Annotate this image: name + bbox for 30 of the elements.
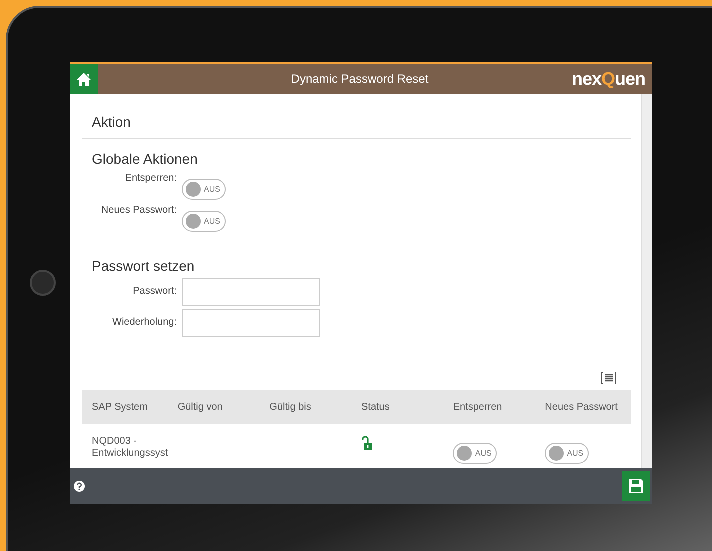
home-button-icon: [30, 270, 56, 296]
table-cell-text: NQD003 - Entwicklungssyst: [91, 436, 168, 460]
section-title: Aktion: [91, 113, 132, 132]
home-button[interactable]: [70, 64, 98, 94]
column-header: Neues Passwort: [544, 402, 619, 412]
field-label: Passwort:: [132, 286, 177, 297]
toggle-switch[interactable]: AUS: [182, 179, 226, 200]
toggle-label: Entsperren:: [124, 173, 177, 184]
table-settings-icon[interactable]: [601, 372, 617, 385]
toggle-switch[interactable]: AUS: [545, 443, 590, 464]
toggle-label: Neues Passwort:: [100, 205, 177, 216]
save-icon: [628, 478, 644, 494]
column-header: SAP System: [91, 402, 149, 412]
column-header: Gültig bis: [268, 402, 312, 412]
scrollbar[interactable]: [641, 94, 652, 468]
column-header: Status: [360, 402, 391, 412]
save-button[interactable]: [622, 471, 650, 501]
toggle-switch[interactable]: AUS: [182, 211, 226, 232]
password-field[interactable]: [182, 309, 320, 337]
section-heading: Passwort setzen: [91, 258, 196, 274]
app-title: Dynamic Password Reset: [290, 72, 430, 86]
logo: nexQuen: [572, 68, 647, 90]
column-header: Entsperren: [452, 402, 504, 412]
password-field[interactable]: [182, 278, 320, 306]
help-icon[interactable]: [74, 480, 85, 492]
home-icon: [76, 72, 92, 86]
field-label: Wiederholung:: [112, 317, 177, 328]
column-header: Gültig von: [176, 402, 224, 412]
toggle-switch[interactable]: AUS: [453, 443, 498, 464]
section-heading: Globale Aktionen: [91, 151, 199, 167]
